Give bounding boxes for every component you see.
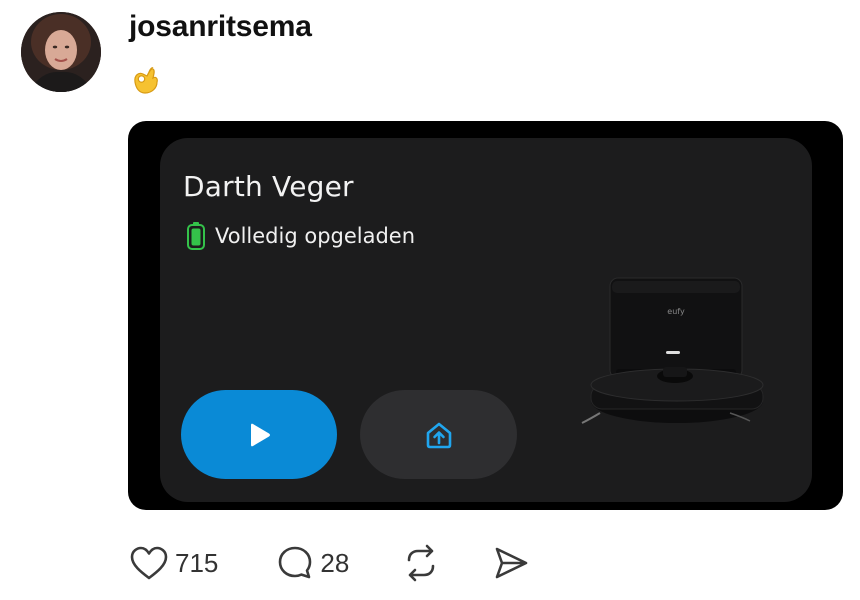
device-card: Darth Veger Volledig opgeladen eufy <box>160 138 812 502</box>
repost-button[interactable] <box>401 543 441 583</box>
status-text: Volledig opgeladen <box>215 224 416 248</box>
like-button[interactable]: 715 <box>129 545 218 581</box>
device-name: Darth Veger <box>183 170 354 203</box>
send-icon <box>496 547 528 579</box>
share-button[interactable] <box>491 543 531 583</box>
post-username[interactable]: josanritsema <box>129 10 312 44</box>
avatar-image <box>21 12 101 92</box>
comment-count: 28 <box>320 547 350 578</box>
repost-icon <box>408 544 435 582</box>
ok-hand-emoji <box>134 67 158 94</box>
start-clean-button[interactable] <box>181 390 337 479</box>
robot-logo: eufy <box>667 307 685 316</box>
robot-vacuum-image: eufy <box>581 277 764 424</box>
post-actions: 715 28 <box>129 543 531 583</box>
comment-icon <box>279 546 312 579</box>
device-status: Volledig opgeladen <box>187 222 415 250</box>
return-to-dock-button[interactable] <box>360 390 517 479</box>
battery-icon <box>187 222 205 250</box>
heart-icon <box>130 546 168 580</box>
comment-button[interactable]: 28 <box>276 544 349 582</box>
dock-home-icon <box>426 422 451 448</box>
avatar[interactable] <box>21 12 101 92</box>
like-count: 715 <box>175 547 219 578</box>
play-icon <box>251 423 270 446</box>
